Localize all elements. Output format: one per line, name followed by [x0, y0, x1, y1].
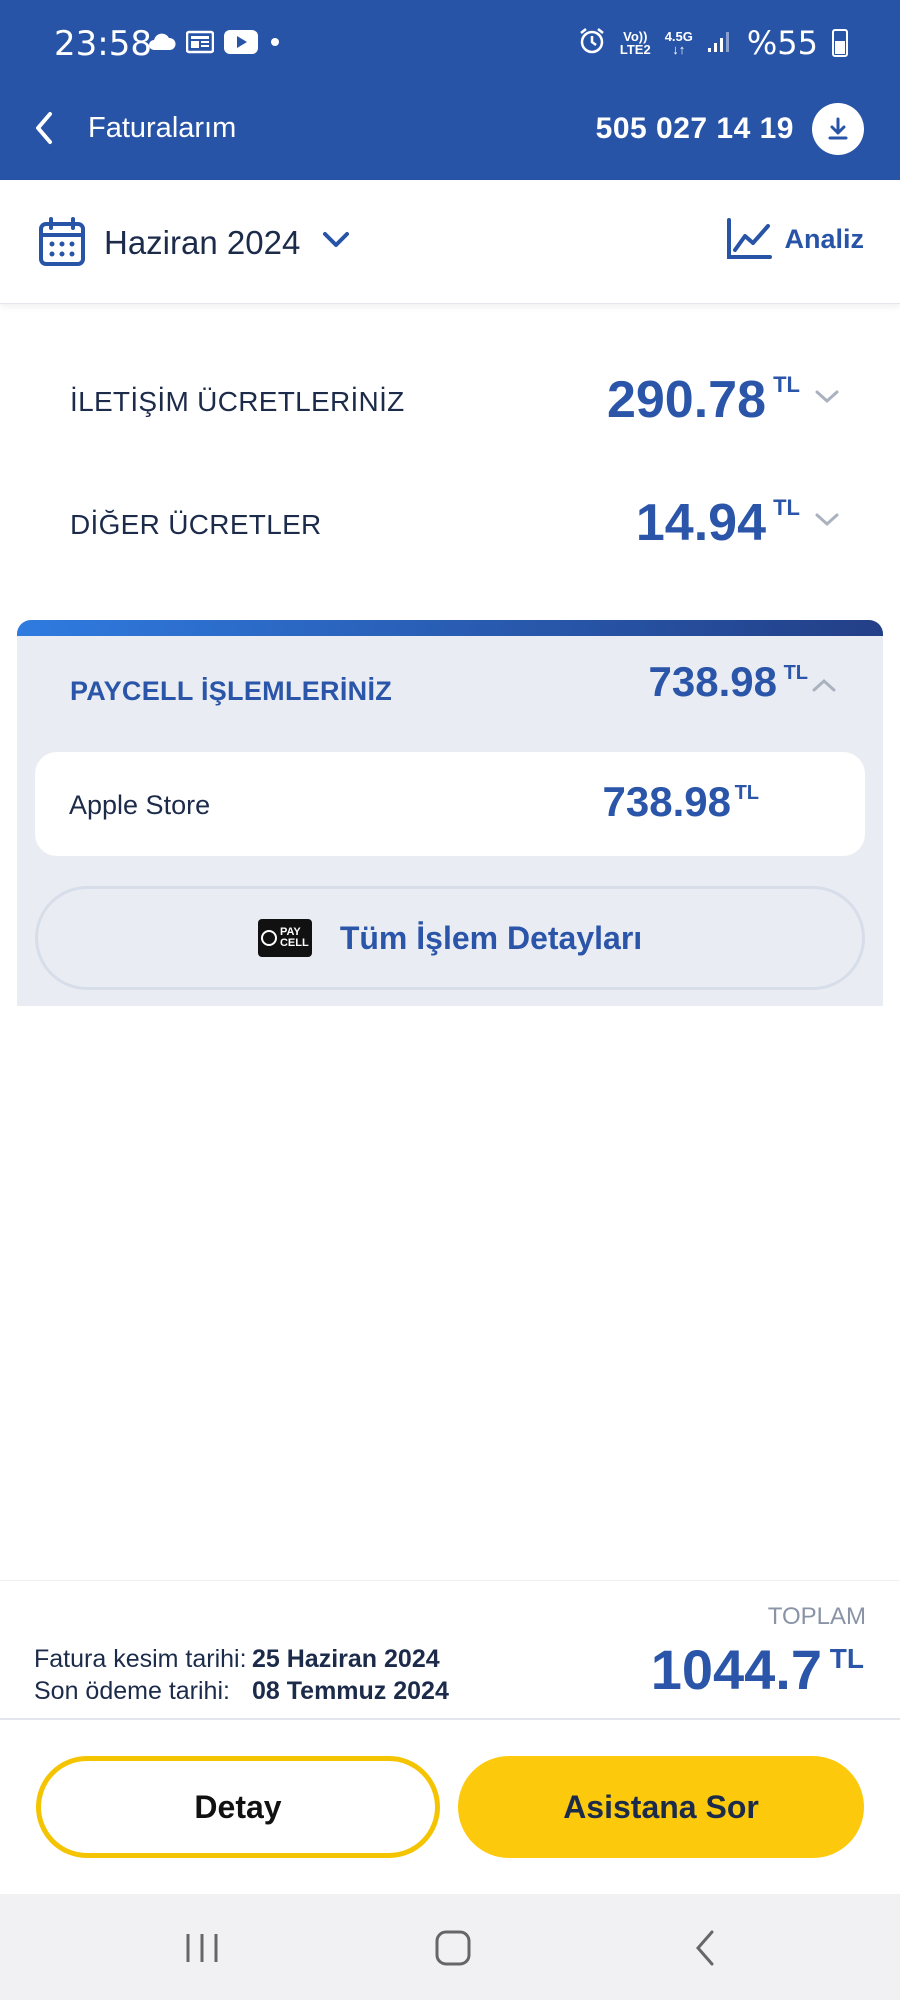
download-icon	[828, 117, 848, 140]
chevron-down-icon[interactable]	[322, 230, 350, 255]
paycell-title[interactable]: PAYCELL İŞLEMLERİNİZ	[70, 676, 392, 707]
total-label: TOPLAM	[767, 1603, 866, 1630]
currency-label: TL	[773, 495, 800, 520]
network-gen-indicator: 4.5G ↓↑	[665, 30, 693, 56]
charge-label: DİĞER ÜCRETLER	[70, 509, 322, 540]
invoice-summary: Fatura kesim tarihi: 25 Haziran 2024 Son…	[0, 1580, 900, 1720]
data-arrows-icon: ↓↑	[672, 42, 686, 57]
phone-number[interactable]: 505 027 14 19	[596, 112, 794, 146]
back-button[interactable]	[28, 108, 64, 148]
detail-button[interactable]: Detay	[36, 1756, 440, 1858]
analysis-label: Analiz	[784, 223, 864, 254]
chevron-up-icon[interactable]	[811, 676, 837, 699]
chevron-down-icon[interactable]	[814, 388, 840, 411]
total-amount: 1044.7	[650, 1638, 822, 1701]
system-nav-bar	[0, 1894, 900, 2000]
battery-icon	[832, 29, 848, 57]
period-bar: Haziran 2024 Analiz	[0, 180, 900, 304]
recent-apps-button[interactable]	[172, 1924, 232, 1972]
calendar-icon[interactable]	[38, 217, 86, 272]
recent-apps-icon	[186, 1934, 218, 1962]
due-date-value: 08 Temmuz 2024	[252, 1676, 449, 1705]
date-info: Fatura kesim tarihi: 25 Haziran 2024 Son…	[34, 1643, 449, 1707]
status-icons-left	[146, 30, 282, 59]
analysis-button[interactable]: Analiz	[726, 218, 864, 260]
home-button[interactable]	[423, 1924, 483, 1972]
dot-icon	[268, 35, 282, 54]
due-date-line: Son ödeme tarihi: 08 Temmuz 2024	[34, 1675, 449, 1707]
charge-amount: 14.94	[635, 494, 766, 552]
month-selector[interactable]: Haziran 2024	[104, 224, 300, 262]
communication-charges-row[interactable]: İLETİŞİM ÜCRETLERİNİZ 290.78 TL	[70, 360, 840, 440]
paycell-logo: PAY CELL	[257, 919, 312, 957]
chevron-down-icon[interactable]	[814, 511, 840, 534]
youtube-icon	[224, 30, 258, 59]
status-time: 23:58	[54, 24, 152, 64]
all-transaction-details-button[interactable]: PAY CELL Tüm İşlem Detayları	[35, 886, 865, 990]
back-nav-button[interactable]	[676, 1924, 736, 1972]
signal-icon	[707, 28, 733, 59]
ask-assistant-button[interactable]: Asistana Sor	[458, 1756, 864, 1858]
details-label: Tüm İşlem Detayları	[339, 919, 643, 956]
other-charges-row[interactable]: DİĞER ÜCRETLER 14.94 TL	[70, 483, 840, 563]
currency-label: TL	[734, 782, 759, 804]
currency-label: TL	[783, 662, 808, 684]
due-date-label: Son ödeme tarihi:	[34, 1676, 230, 1705]
currency-label: TL	[829, 1643, 864, 1674]
line-chart-icon	[727, 218, 773, 259]
panel-accent-bar	[17, 620, 883, 636]
download-button[interactable]	[812, 103, 864, 155]
alarm-icon	[578, 27, 606, 60]
charge-label: İLETİŞİM ÜCRETLERİNİZ	[70, 386, 405, 417]
transaction-item[interactable]: Apple Store 738.98 TL	[35, 752, 865, 856]
volte-indicator: Vo)) LTE2	[620, 30, 651, 56]
back-icon	[696, 1930, 714, 1966]
battery-percent: %55	[746, 24, 818, 62]
cut-date-line: Fatura kesim tarihi: 25 Haziran 2024	[34, 1643, 449, 1675]
status-icons-right: Vo)) LTE2 4.5G ↓↑ %55	[578, 24, 848, 62]
paycell-panel: PAYCELL İŞLEMLERİNİZ 738.98 TL Apple Sto…	[17, 620, 883, 1006]
paycell-logo-mark	[260, 930, 277, 946]
cut-date-value: 25 Haziran 2024	[252, 1644, 440, 1673]
charge-amount: 290.78	[606, 371, 766, 429]
page-title: Faturalarım	[88, 112, 237, 144]
logo-text-bottom: CELL	[279, 937, 309, 949]
home-icon	[435, 1930, 471, 1966]
volte-bottom: LTE2	[619, 42, 651, 57]
cut-date-label: Fatura kesim tarihi:	[34, 1644, 247, 1673]
paycell-amount: 738.98	[648, 658, 777, 705]
merchant-name: Apple Store	[69, 790, 211, 820]
app-header: 23:58 Vo)) LTE2 4.5G ↓↑ %55 Faturalarım …	[0, 0, 900, 180]
news-icon	[185, 30, 215, 59]
currency-label: TL	[773, 372, 800, 397]
transaction-amount: 738.98	[602, 778, 731, 825]
cloud-icon	[146, 32, 176, 57]
